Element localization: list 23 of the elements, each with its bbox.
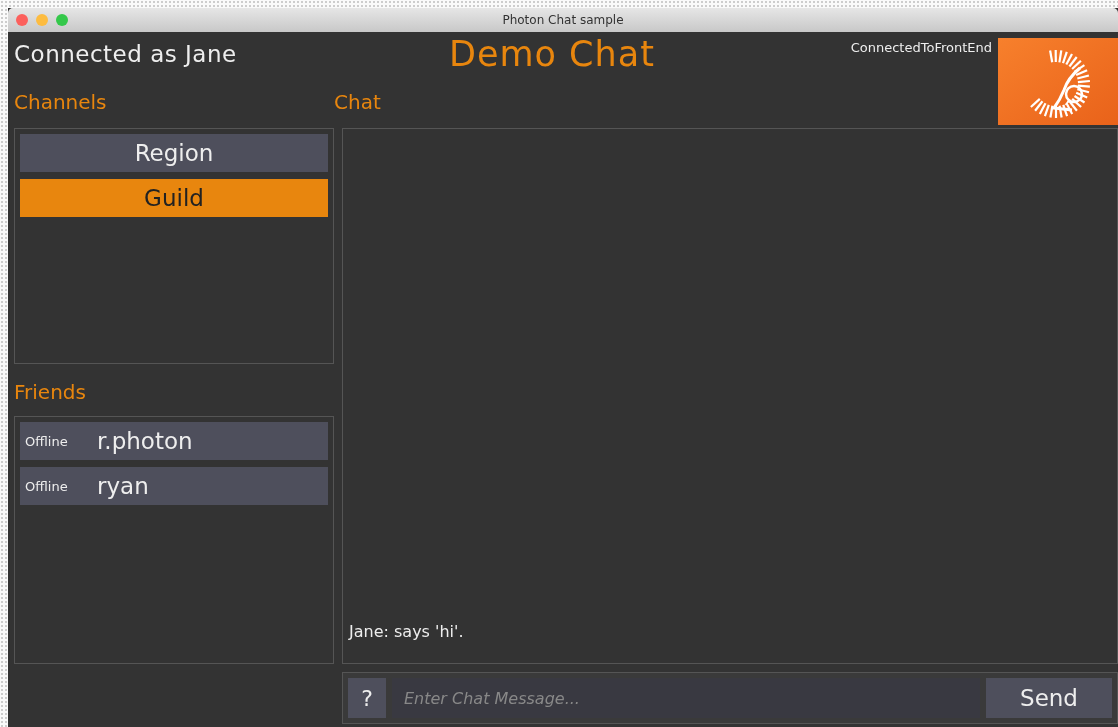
chat-message: Jane: says 'hi'.	[349, 622, 465, 641]
window-title: Photon Chat sample	[502, 13, 624, 27]
send-button[interactable]: Send	[986, 678, 1112, 718]
app-title: Demo Chat	[449, 33, 655, 76]
channel-item[interactable]: Guild	[20, 179, 328, 217]
friend-name: ryan	[97, 473, 149, 499]
section-heading: Friends	[14, 380, 86, 404]
friend-row[interactable]: Offline r.photon	[20, 422, 328, 460]
status-label: Offline	[25, 433, 69, 449]
friend-row[interactable]: Offline ryan	[20, 467, 328, 505]
help-button[interactable]: ?	[348, 678, 386, 718]
minimize-button[interactable]	[36, 14, 48, 26]
status-label: Offline	[25, 478, 69, 494]
channel-item[interactable]: Region	[20, 134, 328, 172]
zoom-button[interactable]	[56, 14, 68, 26]
section-heading: Channels	[14, 89, 108, 116]
connection-state: ConnectedToFrontEnd	[850, 40, 992, 55]
connection-status-label: Connected as Jane	[14, 40, 238, 69]
friend-name: r.photon	[97, 428, 193, 454]
message-input[interactable]: Enter Chat Message...	[392, 678, 980, 718]
logo-icon	[998, 38, 1118, 125]
close-button[interactable]	[16, 14, 28, 26]
section-heading: Chat	[334, 89, 382, 116]
